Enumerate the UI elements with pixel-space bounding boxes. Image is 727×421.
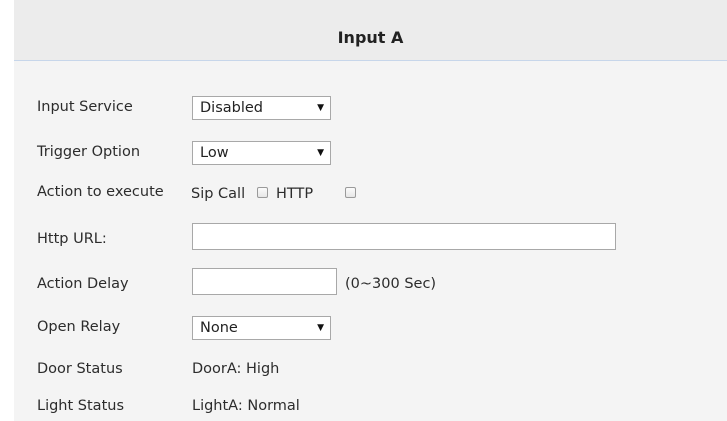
http-url-label: Http URL: xyxy=(37,231,107,247)
input-service-select[interactable]: Disabled ▼ xyxy=(192,96,331,120)
triangle-down-icon: ▼ xyxy=(317,103,324,113)
open-relay-value: None xyxy=(200,320,238,336)
door-status-label: Door Status xyxy=(37,361,123,377)
http-checkbox[interactable] xyxy=(345,187,356,198)
sip-call-label: Sip Call xyxy=(191,186,246,202)
trigger-option-label: Trigger Option xyxy=(37,144,141,160)
open-relay-select[interactable]: None ▼ xyxy=(192,316,331,340)
triangle-down-icon: ▼ xyxy=(317,148,324,158)
panel-header: Input A xyxy=(14,0,727,61)
http-label: HTTP xyxy=(276,186,314,202)
light-status-value: LightA: Normal xyxy=(192,398,300,414)
panel-title: Input A xyxy=(337,28,404,47)
http-url-input[interactable] xyxy=(192,223,616,250)
input-service-label: Input Service xyxy=(37,99,133,115)
sip-call-checkbox[interactable] xyxy=(257,187,268,198)
triangle-down-icon: ▼ xyxy=(317,323,324,333)
input-a-panel: Input A Input Service Disabled ▼ Trigger… xyxy=(14,0,727,421)
trigger-option-select[interactable]: Low ▼ xyxy=(192,141,331,165)
input-service-value: Disabled xyxy=(200,100,263,116)
open-relay-label: Open Relay xyxy=(37,319,121,335)
action-to-execute-label: Action to execute xyxy=(37,184,164,200)
door-status-value: DoorA: High xyxy=(192,361,280,377)
action-delay-range-hint: (0~300 Sec) xyxy=(345,276,437,292)
action-delay-input[interactable] xyxy=(192,268,337,295)
action-delay-label: Action Delay xyxy=(37,276,129,292)
light-status-label: Light Status xyxy=(37,398,124,414)
trigger-option-value: Low xyxy=(200,145,229,161)
